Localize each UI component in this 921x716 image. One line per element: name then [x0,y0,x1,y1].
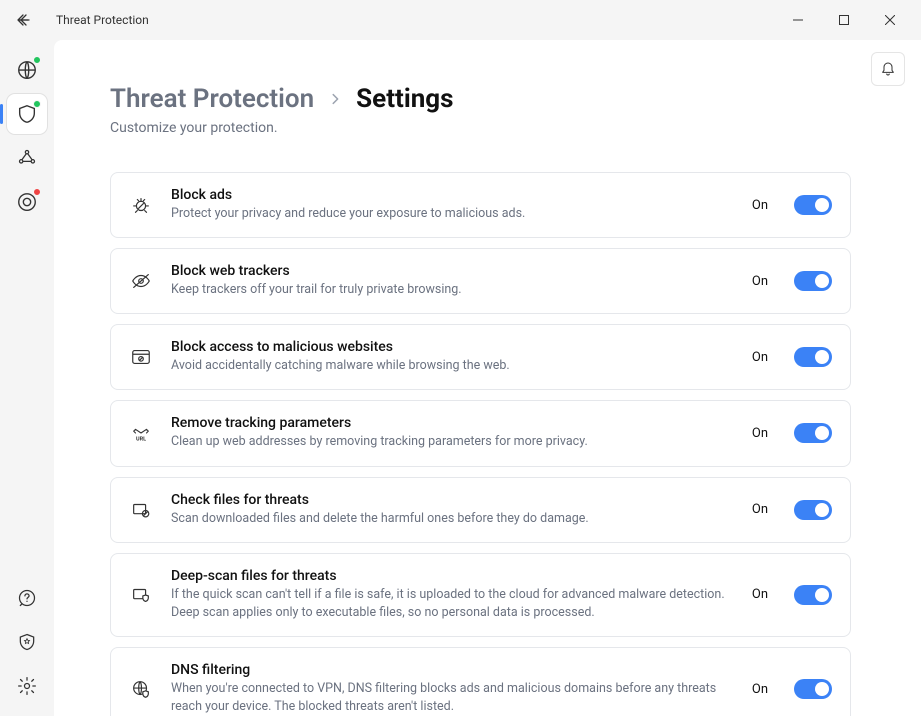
svg-text:URL: URL [136,437,146,443]
maximize-button[interactable] [821,4,867,36]
setting-text: Block access to malicious websites Avoid… [171,339,734,375]
setting-card-block-malicious-sites: Block access to malicious websites Avoid… [110,324,851,390]
setting-card-remove-tracking-params: URL Remove tracking parameters Clean up … [110,400,851,466]
setting-title: Check files for threats [171,492,734,508]
sidebar-item-vpn[interactable] [7,50,47,90]
toggle-block-trackers[interactable] [794,271,832,291]
setting-desc: Keep trackers off your trail for truly p… [171,281,734,299]
status-indicator [33,100,41,108]
notifications-button[interactable] [871,52,905,86]
toggle-state-label: On [752,274,768,289]
main-wrap: Threat Protection Settings Customize you… [0,40,921,716]
setting-text: Check files for threats Scan downloaded … [171,492,734,528]
page-subtitle: Customize your protection. [110,120,851,136]
maximize-icon [839,15,849,25]
toggle-block-ads[interactable] [794,195,832,215]
setting-title: Deep-scan files for threats [171,568,734,584]
sidebar-item-darkweb[interactable] [7,182,47,222]
toggle-state-label: On [752,198,768,213]
setting-desc: If the quick scan can't tell if a file i… [171,586,734,622]
setting-card-block-trackers: Block web trackers Keep trackers off you… [110,248,851,314]
bell-icon [880,61,896,77]
setting-text: Block web trackers Keep trackers off you… [171,263,734,299]
toggle-check-files[interactable] [794,500,832,520]
setting-card-check-files: Check files for threats Scan downloaded … [110,477,851,543]
setting-title: Block access to malicious websites [171,339,734,355]
setting-desc: Protect your privacy and reduce your exp… [171,205,734,223]
file-scan-icon [129,499,153,521]
bug-block-icon [129,194,153,216]
toggle-state-label: On [752,426,768,441]
sidebar-item-refer[interactable] [7,622,47,662]
setting-title: Block web trackers [171,263,734,279]
status-indicator [33,56,41,64]
setting-title: DNS filtering [171,662,734,678]
eye-off-icon [129,270,153,292]
gear-icon [17,676,37,696]
breadcrumb-current: Settings [356,84,453,114]
toggle-state-label: On [752,682,768,697]
status-indicator [33,188,41,196]
file-shield-icon [129,584,153,606]
window-title: Threat Protection [56,13,771,27]
sidebar-item-threat-protection[interactable] [7,94,47,134]
setting-text: DNS filtering When you're connected to V… [171,662,734,716]
breadcrumb: Threat Protection Settings [110,84,851,114]
setting-card-dns-filtering: DNS filtering When you're connected to V… [110,647,851,716]
toggle-deep-scan[interactable] [794,585,832,605]
setting-card-block-ads: Block ads Protect your privacy and reduc… [110,172,851,238]
minimize-icon [793,15,803,25]
help-icon [17,588,37,608]
url-clean-icon: URL [129,422,153,444]
sidebar-item-help[interactable] [7,578,47,618]
toggle-remove-tracking-params[interactable] [794,423,832,443]
toggle-state-label: On [752,350,768,365]
window-controls [775,4,913,36]
browser-block-icon [129,346,153,368]
content-area: Threat Protection Settings Customize you… [54,40,921,716]
setting-card-deep-scan: Deep-scan files for threats If the quick… [110,553,851,637]
toggle-state-label: On [752,587,768,602]
setting-text: Block ads Protect your privacy and reduc… [171,187,734,223]
setting-desc: When you're connected to VPN, DNS filter… [171,680,734,716]
setting-desc: Scan downloaded files and delete the har… [171,510,734,528]
setting-title: Remove tracking parameters [171,415,734,431]
sidebar-spacer [0,224,54,576]
close-icon [885,15,895,25]
breadcrumb-parent[interactable]: Threat Protection [110,84,314,114]
shield-star-icon [17,632,37,652]
toggle-state-label: On [752,502,768,517]
setting-desc: Clean up web addresses by removing track… [171,433,734,451]
sidebar-item-settings[interactable] [7,666,47,706]
arrow-left-icon [16,12,32,28]
setting-text: Remove tracking parameters Clean up web … [171,415,734,451]
toggle-dns-filtering[interactable] [794,679,832,699]
close-button[interactable] [867,4,913,36]
back-button[interactable] [8,4,40,36]
titlebar: Threat Protection [0,0,921,40]
chevron-right-icon [328,92,342,106]
minimize-button[interactable] [775,4,821,36]
sidebar [0,40,54,716]
toggle-block-malicious-sites[interactable] [794,347,832,367]
setting-title: Block ads [171,187,734,203]
setting-desc: Avoid accidentally catching malware whil… [171,357,734,375]
globe-shield-icon [129,678,153,700]
mesh-icon [17,148,37,168]
sidebar-item-meshnet[interactable] [7,138,47,178]
setting-text: Deep-scan files for threats If the quick… [171,568,734,622]
